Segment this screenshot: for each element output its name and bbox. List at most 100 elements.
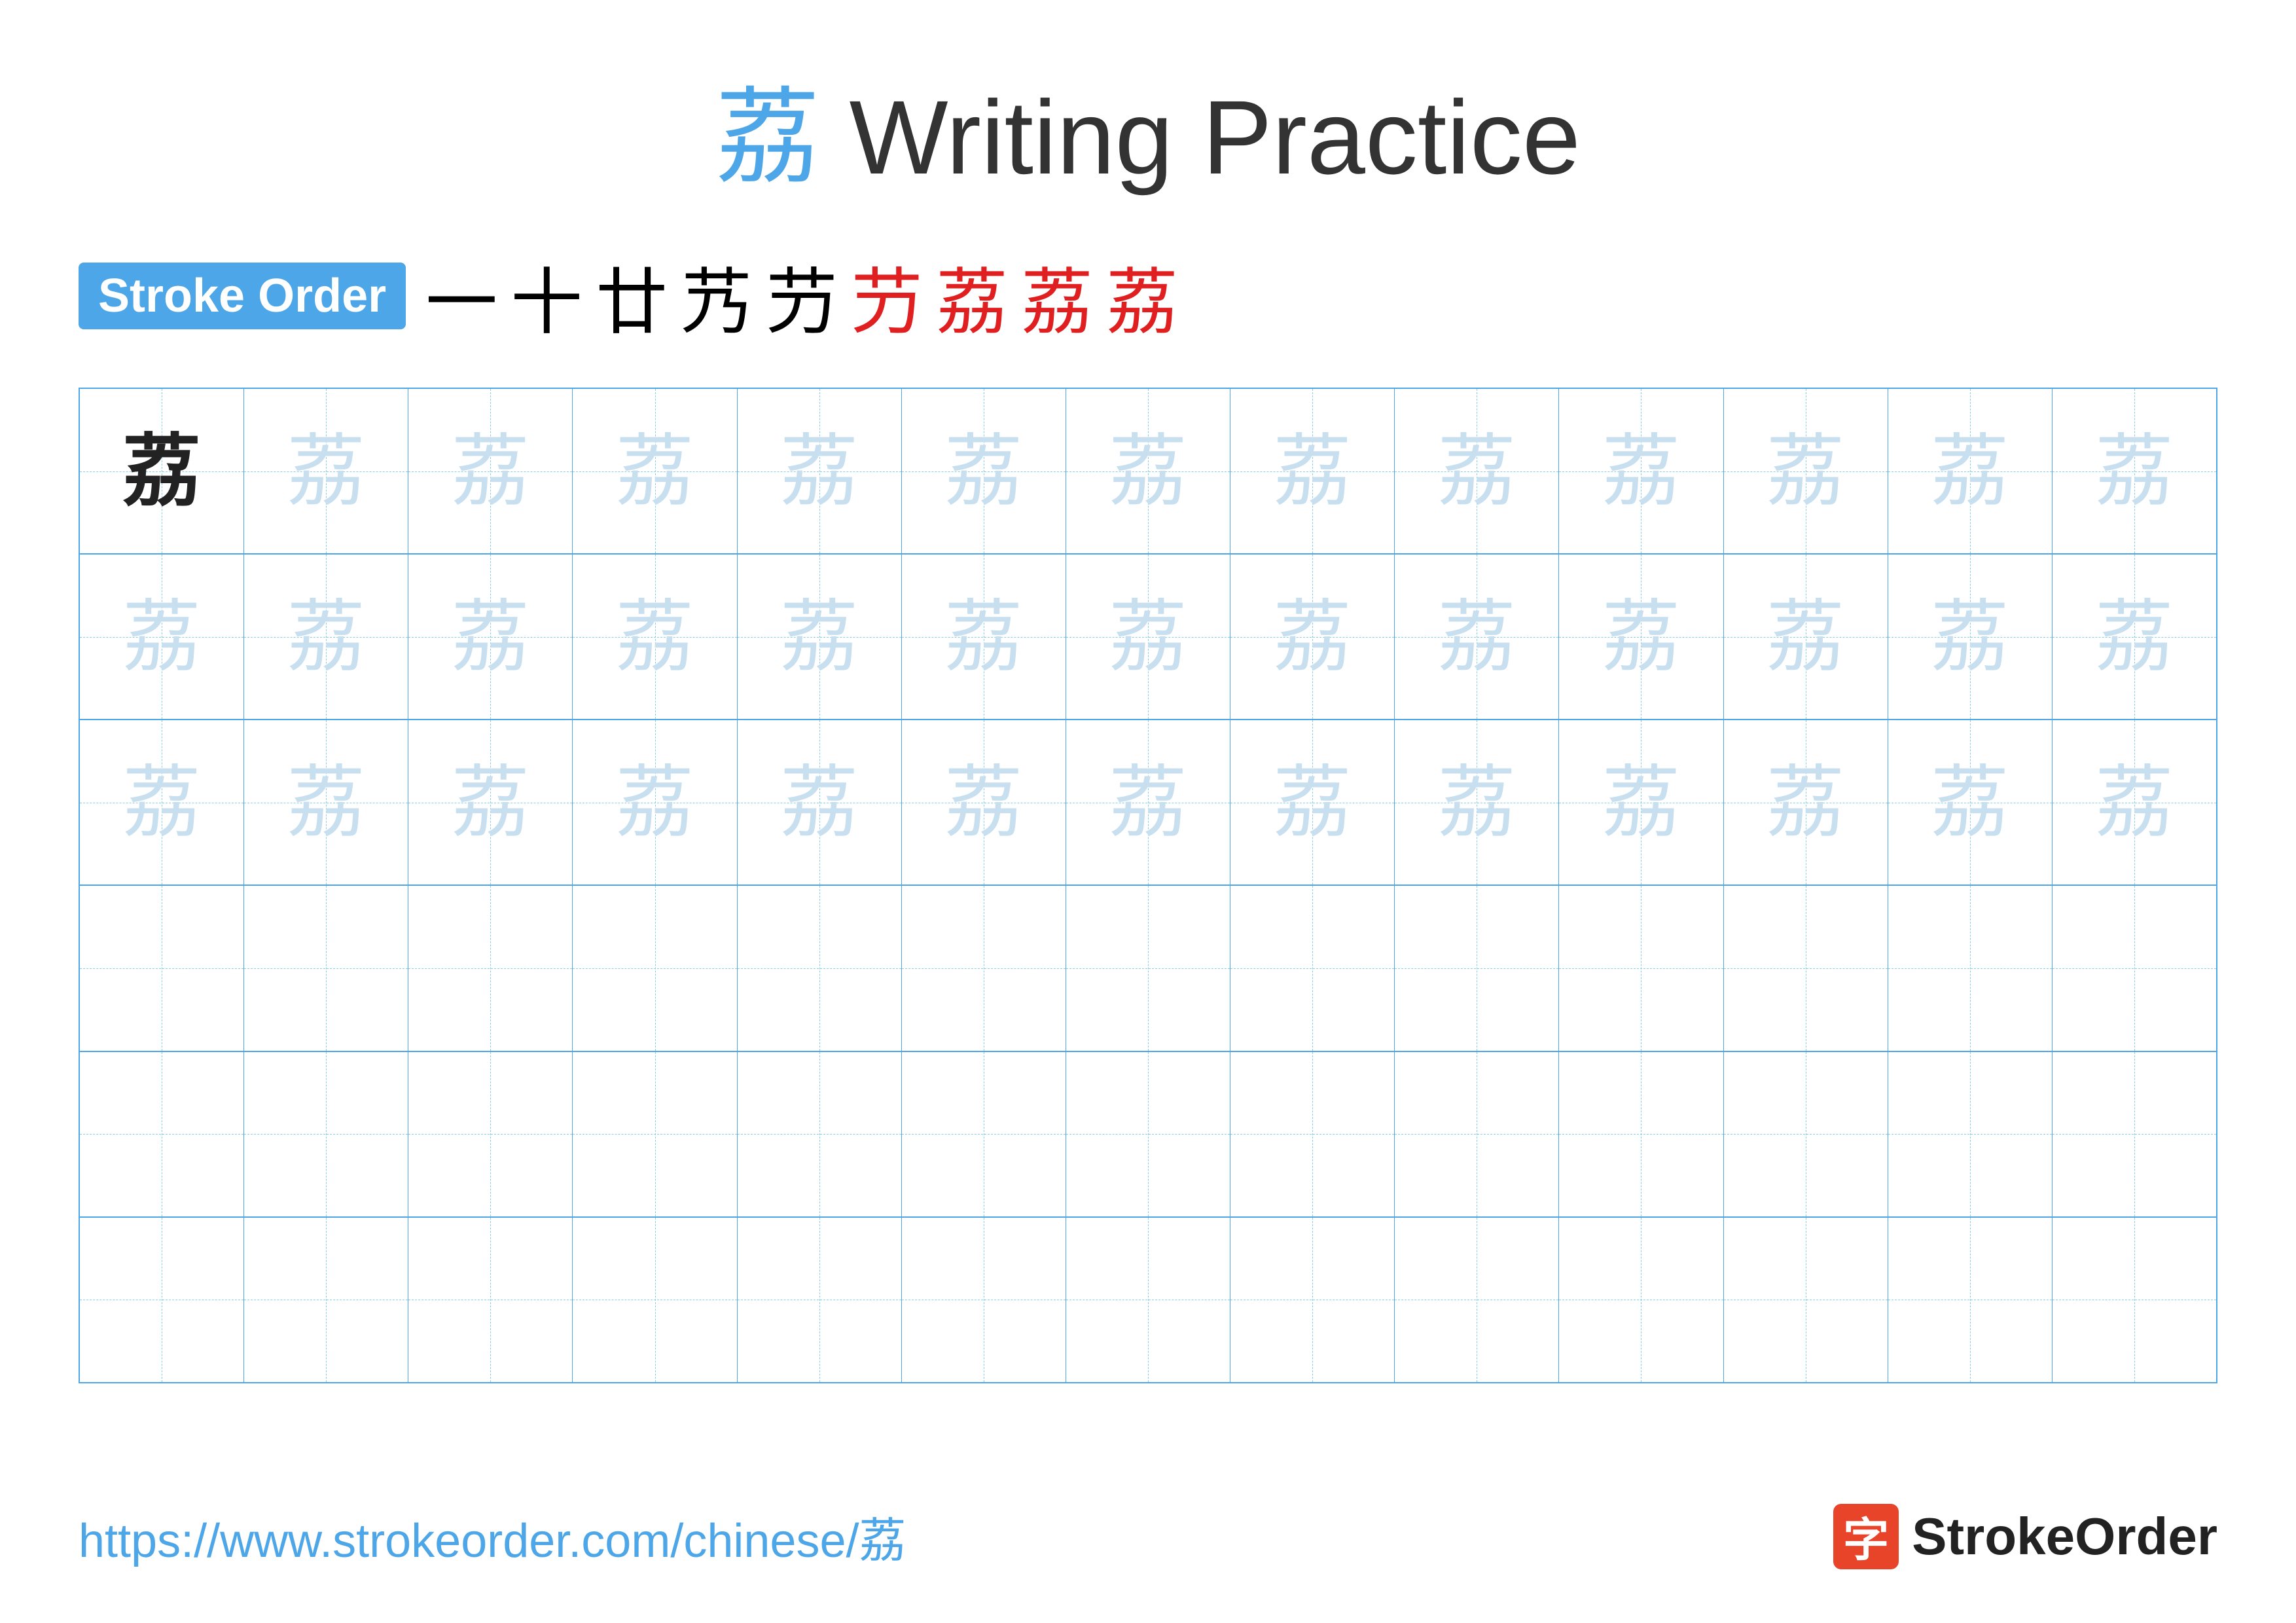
grid-cell[interactable] [1724,886,1888,1050]
practice-char-ghost: 荔 [451,432,529,511]
grid-cell[interactable]: 荔 [738,555,902,719]
grid-cell[interactable] [573,886,737,1050]
practice-char-ghost: 荔 [1273,432,1352,511]
grid-cell[interactable]: 荔 [1066,720,1230,884]
grid-cell[interactable] [244,886,408,1050]
grid-cell[interactable]: 荔 [902,555,1066,719]
grid-cell[interactable] [1559,886,1723,1050]
page: 荔 Writing Practice Stroke Order 一 十 廿 艿 … [0,0,2296,1623]
grid-cell[interactable]: 荔 [1395,555,1559,719]
grid-cell[interactable] [408,886,573,1050]
grid-cell[interactable] [1066,1052,1230,1216]
grid-cell[interactable]: 荔 [1888,720,2053,884]
grid-cell[interactable] [2053,1052,2216,1216]
grid-cell[interactable]: 荔 [2053,555,2216,719]
grid-cell[interactable]: 荔 [2053,720,2216,884]
grid-cell[interactable]: 荔 [738,389,902,553]
grid-cell[interactable]: 荔 [1066,555,1230,719]
grid-cell[interactable]: 荔 [1888,555,2053,719]
practice-char-ghost: 荔 [1273,598,1352,676]
grid-cell[interactable] [1230,1052,1395,1216]
grid-cell[interactable] [738,1218,902,1382]
grid-cell[interactable] [1724,1218,1888,1382]
grid-cell[interactable]: 荔 [1559,555,1723,719]
grid-cell[interactable] [2053,1218,2216,1382]
grid-cell[interactable] [1559,1218,1723,1382]
grid-cell[interactable]: 荔 [1559,720,1723,884]
practice-char-ghost: 荔 [1437,598,1516,676]
grid-cell[interactable] [1230,886,1395,1050]
practice-char-ghost: 荔 [616,598,694,676]
grid-cell[interactable] [1888,886,2053,1050]
practice-char-ghost: 荔 [1931,598,2009,676]
grid-row [80,1218,2216,1382]
grid-cell[interactable] [1230,1218,1395,1382]
grid-cell[interactable]: 荔 [408,389,573,553]
grid-cell[interactable]: 荔 [1724,555,1888,719]
stroke-5: 芀 [766,244,838,348]
practice-char-ghost: 荔 [1767,432,1845,511]
grid-cell[interactable]: 荔 [1395,389,1559,553]
grid-cell[interactable] [244,1218,408,1382]
grid-cell[interactable] [738,1052,902,1216]
grid-cell[interactable]: 荔 [80,720,244,884]
grid-cell[interactable]: 荔 [80,389,244,553]
grid-cell[interactable] [1066,886,1230,1050]
practice-char-ghost: 荔 [122,763,201,842]
stroke-3: 廿 [596,244,668,348]
grid-cell[interactable]: 荔 [1888,389,2053,553]
grid-cell[interactable]: 荔 [902,720,1066,884]
grid-cell[interactable]: 荔 [573,555,737,719]
practice-char-ghost: 荔 [1273,763,1352,842]
grid-cell[interactable] [244,1052,408,1216]
grid-cell[interactable]: 荔 [1559,389,1723,553]
grid-cell[interactable] [902,1052,1066,1216]
grid-cell[interactable] [902,886,1066,1050]
grid-cell[interactable]: 荔 [408,555,573,719]
stroke-1: 一 [425,244,497,348]
grid-cell[interactable]: 荔 [80,555,244,719]
grid-cell[interactable] [2053,886,2216,1050]
grid-cell[interactable]: 荔 [1724,389,1888,553]
grid-cell[interactable] [80,1052,244,1216]
grid-cell[interactable] [902,1218,1066,1382]
grid-cell[interactable]: 荔 [244,389,408,553]
grid-cell[interactable] [1395,1218,1559,1382]
practice-char-ghost: 荔 [2095,432,2174,511]
grid-cell[interactable]: 荔 [573,720,737,884]
practice-char-ghost: 荔 [944,432,1023,511]
grid-cell[interactable]: 荔 [738,720,902,884]
grid-cell[interactable] [1066,1218,1230,1382]
grid-cell[interactable]: 荔 [1066,389,1230,553]
grid-cell[interactable] [80,886,244,1050]
grid-cell[interactable]: 荔 [1724,720,1888,884]
grid-cell[interactable] [1395,1052,1559,1216]
grid-cell[interactable] [573,1218,737,1382]
grid-cell[interactable]: 荔 [1230,389,1395,553]
grid-cell[interactable] [80,1218,244,1382]
grid-cell[interactable] [738,886,902,1050]
practice-char-ghost: 荔 [616,763,694,842]
grid-cell[interactable]: 荔 [244,720,408,884]
practice-char-ghost: 荔 [1767,598,1845,676]
grid-cell[interactable] [1888,1052,2053,1216]
practice-char-ghost: 荔 [1437,432,1516,511]
grid-cell[interactable] [1888,1218,2053,1382]
grid-cell[interactable] [1559,1052,1723,1216]
grid-cell[interactable] [1724,1052,1888,1216]
grid-cell[interactable]: 荔 [1230,720,1395,884]
grid-cell[interactable] [573,1052,737,1216]
grid-cell[interactable]: 荔 [573,389,737,553]
practice-char-ghost: 荔 [1767,763,1845,842]
grid-cell[interactable]: 荔 [1230,555,1395,719]
practice-char-ghost: 荔 [944,763,1023,842]
grid-cell[interactable] [1395,886,1559,1050]
practice-char-ghost: 荔 [1931,432,2009,511]
grid-cell[interactable]: 荔 [244,555,408,719]
grid-cell[interactable]: 荔 [1395,720,1559,884]
grid-cell[interactable]: 荔 [408,720,573,884]
grid-cell[interactable] [408,1052,573,1216]
grid-cell[interactable] [408,1218,573,1382]
grid-cell[interactable]: 荔 [2053,389,2216,553]
grid-cell[interactable]: 荔 [902,389,1066,553]
